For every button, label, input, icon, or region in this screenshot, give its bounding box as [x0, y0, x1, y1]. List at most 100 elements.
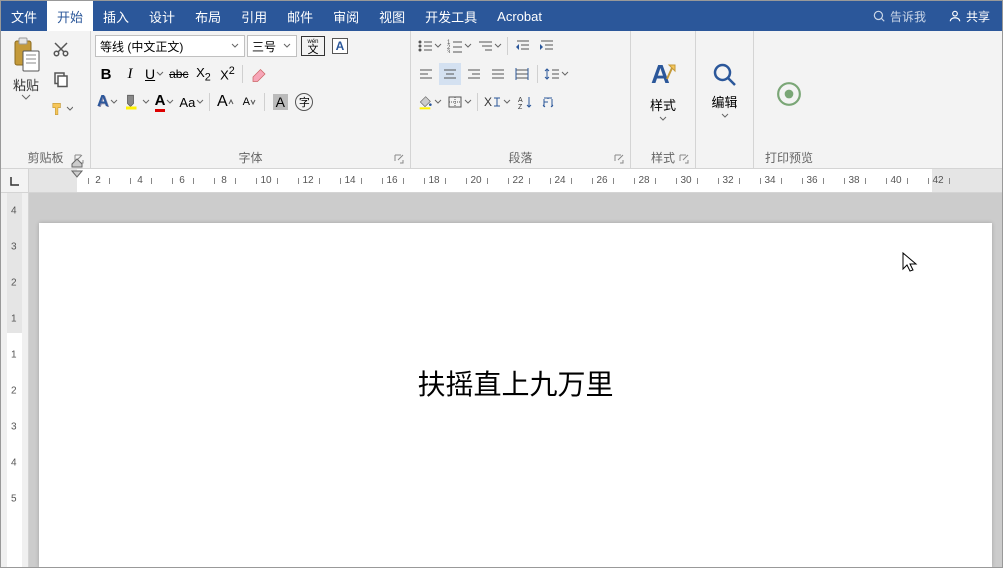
first-line-indent-marker[interactable] — [71, 170, 83, 178]
document-page[interactable]: 扶摇直上九万里 — [39, 223, 992, 567]
font-size-selector[interactable]: 三号 — [247, 35, 297, 57]
decrease-indent-button[interactable] — [512, 35, 534, 57]
hanging-indent-marker[interactable] — [71, 158, 83, 168]
menu-file[interactable]: 文件 — [1, 1, 47, 31]
copy-icon — [52, 70, 70, 88]
menu-acrobat[interactable]: Acrobat — [487, 1, 552, 31]
justify-button[interactable] — [487, 63, 509, 85]
share-label: 共享 — [966, 8, 990, 25]
show-marks-button[interactable] — [538, 91, 560, 113]
char-border-icon: A — [332, 38, 349, 54]
vruler-tick: 3 — [11, 242, 17, 253]
edit-button[interactable]: 编辑 — [710, 60, 740, 119]
font-name-value: 等线 (中文正文) — [100, 38, 183, 55]
bullets-icon — [417, 39, 433, 53]
font-launcher[interactable] — [392, 152, 406, 166]
share-button[interactable]: 共享 — [936, 8, 1002, 25]
group-clipboard: 粘贴 剪贴板 — [1, 31, 91, 168]
change-case-button[interactable]: Aa — [177, 91, 205, 113]
bold-icon: B — [101, 66, 112, 83]
menu-references[interactable]: 引用 — [231, 1, 277, 31]
edit-button-label: 编辑 — [711, 92, 737, 111]
font-color-button[interactable]: A — [153, 91, 176, 113]
ruler-tick: 22 — [512, 175, 523, 186]
vruler-tick: 2 — [11, 278, 17, 289]
enclose-char-button[interactable]: 字 — [293, 91, 315, 113]
chevron-down-icon — [66, 106, 73, 112]
asian-layout-button[interactable]: X — [482, 91, 512, 113]
document-text[interactable]: 扶摇直上九万里 — [417, 363, 613, 403]
svg-text:X: X — [484, 95, 492, 109]
numbering-button[interactable]: 123 — [445, 35, 473, 57]
ruler-tick: 8 — [221, 175, 227, 186]
clear-format-button[interactable] — [247, 63, 271, 85]
menu-view[interactable]: 视图 — [369, 1, 415, 31]
char-border-button[interactable]: A — [329, 35, 351, 57]
strikethrough-button[interactable]: abc — [167, 63, 190, 85]
menu-design[interactable]: 设计 — [139, 1, 185, 31]
distribute-button[interactable] — [511, 63, 533, 85]
align-center-button[interactable] — [439, 63, 461, 85]
numbering-icon: 123 — [447, 39, 463, 53]
bold-button[interactable]: B — [95, 63, 117, 85]
underline-button[interactable]: U — [143, 63, 165, 85]
phonetic-guide-button[interactable]: wén 文 — [299, 35, 327, 57]
document-area: 432112345 扶摇直上九万里 — [1, 193, 1002, 567]
text-effects-button[interactable]: A — [95, 91, 119, 113]
styles-launcher[interactable] — [677, 152, 691, 166]
multilevel-icon — [477, 39, 493, 53]
justify-icon — [490, 67, 506, 81]
increase-indent-button[interactable] — [536, 35, 558, 57]
styles-button[interactable]: A 样式 — [645, 57, 681, 122]
bullets-button[interactable] — [415, 35, 443, 57]
ruler-tick: 20 — [470, 175, 481, 186]
format-painter-button[interactable] — [49, 97, 73, 121]
line-spacing-button[interactable] — [542, 63, 570, 85]
tell-me-search[interactable]: 告诉我 — [862, 8, 936, 25]
vertical-ruler[interactable]: 432112345 — [1, 193, 29, 567]
paste-label: 粘贴 — [13, 75, 39, 94]
aligncenter-icon — [442, 67, 458, 81]
asian-icon: X — [484, 95, 502, 109]
group-edit-label — [696, 148, 753, 168]
highlight-button[interactable] — [121, 91, 151, 113]
vruler-tick: 3 — [11, 422, 17, 433]
multilevel-button[interactable] — [475, 35, 503, 57]
group-paragraph-label: 段落 — [411, 148, 630, 168]
ruler-tick: 28 — [638, 175, 649, 186]
copy-button[interactable] — [49, 67, 73, 91]
char-shading-button[interactable]: A — [269, 91, 291, 113]
sort-button[interactable]: AZ — [514, 91, 536, 113]
ruler-tick: 4 — [137, 175, 143, 186]
subscript-button[interactable]: X2 — [192, 63, 214, 85]
styles-icon: A — [645, 57, 681, 93]
menu-home[interactable]: 开始 — [47, 1, 93, 31]
group-font-label: 字体 — [91, 148, 410, 168]
vruler-tick: 5 — [11, 494, 17, 505]
horizontal-ruler[interactable]: 24681012141618202224262830323436384042 — [1, 169, 1002, 193]
superscript-button[interactable]: X2 — [216, 63, 238, 85]
cut-button[interactable] — [49, 37, 73, 61]
grow-font-button[interactable]: A — [214, 91, 236, 113]
print-preview-button[interactable] — [776, 73, 802, 107]
paragraph-launcher[interactable] — [612, 152, 626, 166]
menu-review[interactable]: 审阅 — [323, 1, 369, 31]
align-left-button[interactable] — [415, 63, 437, 85]
borders-button[interactable] — [445, 91, 473, 113]
italic-button[interactable]: I — [119, 63, 141, 85]
underline-icon: U — [145, 66, 155, 82]
italic-icon: I — [128, 66, 133, 83]
align-right-button[interactable] — [463, 63, 485, 85]
svg-text:3: 3 — [447, 50, 451, 53]
shading-button[interactable] — [415, 91, 443, 113]
menu-layout[interactable]: 布局 — [185, 1, 231, 31]
font-name-selector[interactable]: 等线 (中文正文) — [95, 35, 245, 57]
shrink-font-button[interactable]: A — [238, 91, 260, 113]
menu-insert[interactable]: 插入 — [93, 1, 139, 31]
ruler-tick: 36 — [806, 175, 817, 186]
tab-selector[interactable] — [1, 169, 29, 192]
menu-devtools[interactable]: 开发工具 — [415, 1, 487, 31]
svg-text:Z: Z — [518, 104, 523, 109]
paste-button[interactable]: 粘贴 — [5, 33, 47, 100]
menu-mailings[interactable]: 邮件 — [277, 1, 323, 31]
